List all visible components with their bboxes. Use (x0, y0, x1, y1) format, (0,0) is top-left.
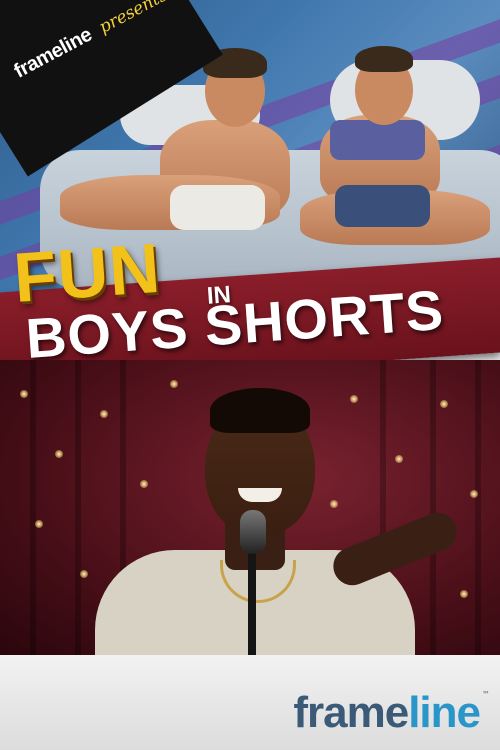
logo-part-line: line (408, 688, 481, 737)
movie-poster: frameline presents FUN IN BOYS SHORTS fr… (0, 0, 500, 750)
sparkle-light (55, 450, 63, 458)
sparkle-light (20, 390, 28, 398)
sparkle-light (100, 410, 108, 418)
logo-part-frame: frame (293, 688, 409, 737)
sparkle-light (470, 490, 478, 498)
microphone-icon (240, 510, 266, 554)
frameline-logo: frameline (293, 688, 481, 738)
sparkle-light (35, 520, 43, 528)
curtain-fold (75, 360, 81, 655)
sparkle-light (395, 455, 403, 463)
sparkle-light (350, 395, 358, 403)
performer-hair (210, 388, 310, 433)
blue-tank-top (330, 120, 425, 160)
man-right-hair (355, 46, 413, 72)
sparkle-light (440, 400, 448, 408)
sparkle-light (460, 590, 468, 598)
trademark-symbol: ™ (482, 690, 490, 699)
blue-shorts (335, 185, 430, 227)
curtain-fold (475, 360, 481, 655)
white-shorts (170, 185, 265, 230)
sparkle-light (330, 500, 338, 508)
curtain-fold (430, 360, 436, 655)
microphone-stand (248, 545, 256, 655)
sparkle-light (170, 380, 178, 388)
sparkle-light (140, 480, 148, 488)
sparkle-light (80, 570, 88, 578)
stage-photo (0, 360, 500, 655)
curtain-fold (30, 360, 36, 655)
